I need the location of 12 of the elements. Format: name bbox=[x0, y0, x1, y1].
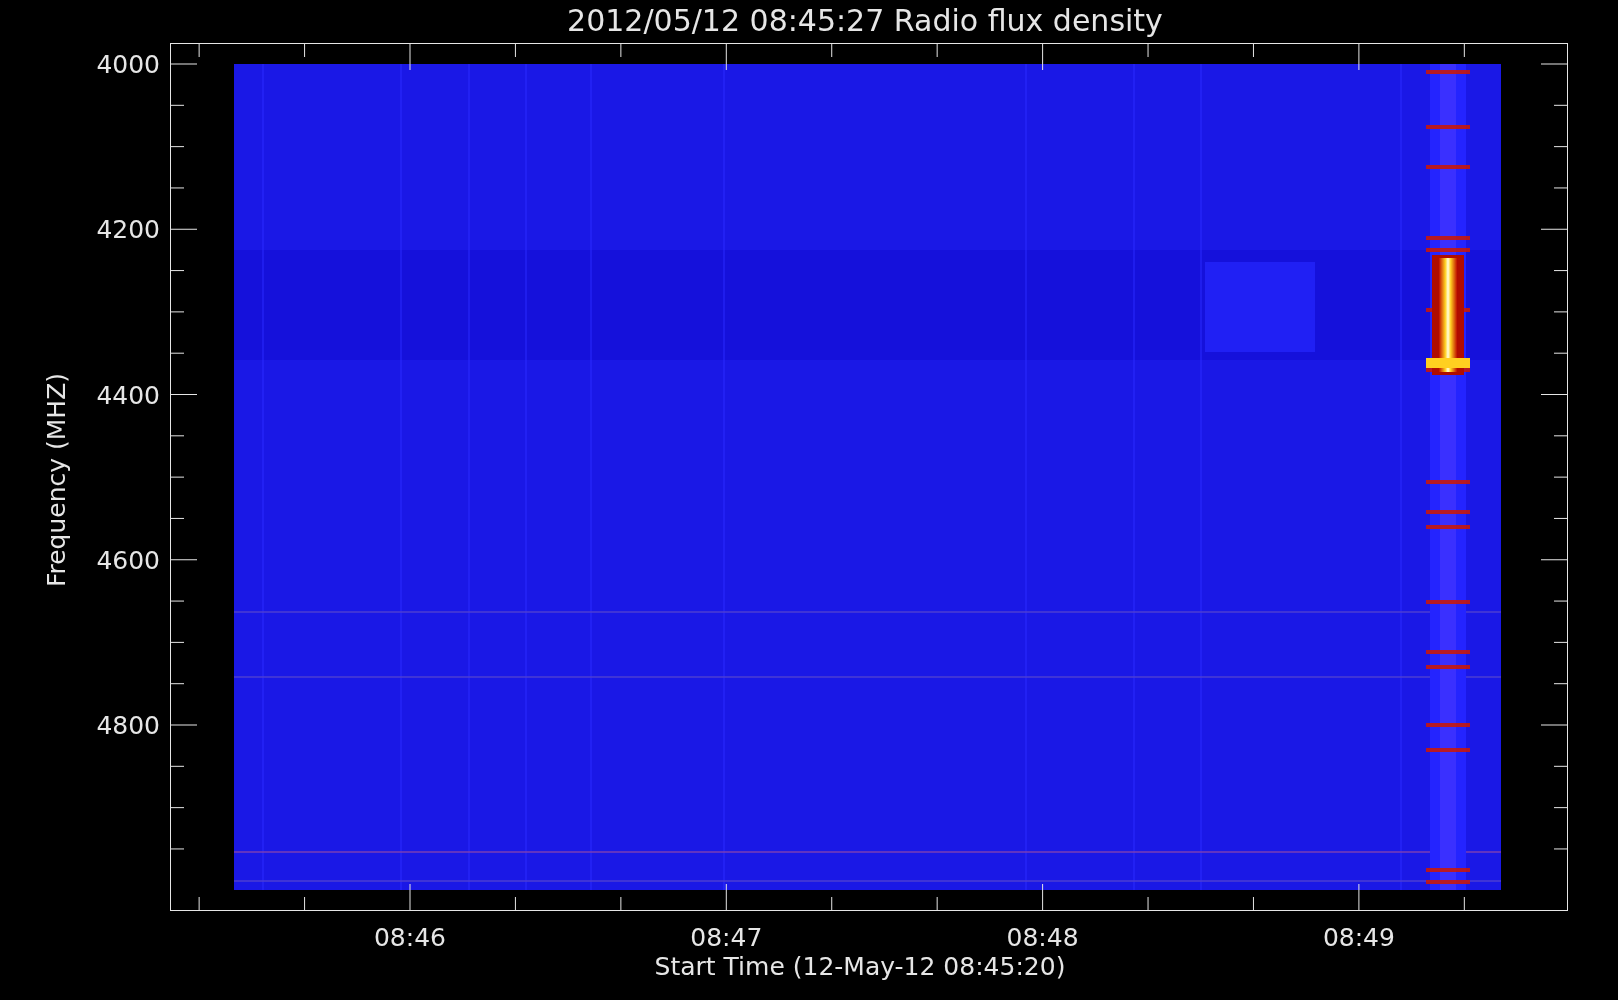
tick-label: 4000 bbox=[96, 50, 160, 79]
tick-label: 4600 bbox=[96, 545, 160, 575]
tick-label: 4800 bbox=[96, 711, 160, 740]
tick-label: 4400 bbox=[96, 380, 160, 410]
axis-label: Frequency (MHZ) bbox=[42, 372, 71, 588]
tick-label: 08:46 bbox=[374, 923, 446, 952]
chart-title: 2012/05/12 08:45:27 Radio flux density bbox=[567, 3, 1163, 38]
tick-label: 4200 bbox=[96, 215, 160, 245]
tick-label: 08:48 bbox=[1006, 923, 1079, 952]
axis-label: Start Time (12-May-12 08:45:20) bbox=[654, 952, 1066, 981]
tick-label: 08:49 bbox=[1322, 923, 1395, 952]
tick-label: 08:47 bbox=[690, 923, 763, 952]
